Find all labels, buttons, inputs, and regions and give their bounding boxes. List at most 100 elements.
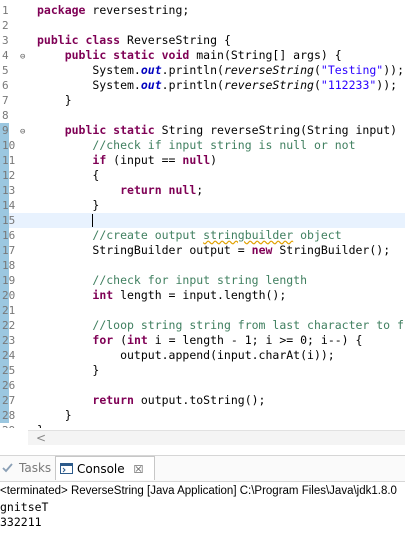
line-number: 12: [2, 169, 16, 182]
code-token: object: [293, 228, 342, 242]
line-number-gutter: 12: [0, 168, 28, 183]
line-number: 27: [2, 394, 16, 407]
code-line[interactable]: 18: [0, 258, 405, 273]
line-number-gutter: 25: [0, 363, 28, 378]
line-number-gutter: 17: [0, 243, 28, 258]
line-number-gutter: 28: [0, 408, 28, 423]
code-token: (input ==: [106, 153, 183, 167]
code-token: return null: [120, 183, 197, 197]
line-number-gutter: 23: [0, 333, 28, 348]
code-line[interactable]: 4 ⊖ public static void main(String[] args…: [0, 48, 405, 63]
tab-tasks-label: Tasks: [19, 461, 52, 475]
code-token: .println(: [161, 78, 224, 92]
line-number-gutter: 24: [0, 348, 28, 363]
line-number-gutter: 2: [0, 18, 28, 33]
line-number: 5: [2, 64, 9, 77]
line-number: 1: [2, 4, 9, 17]
code-editor[interactable]: 1 package reversestring; 2 3 public class Re…: [0, 0, 405, 428]
line-number-gutter: 11: [0, 153, 28, 168]
code-line[interactable]: 9 ⊖ public static String reverseString(St…: [0, 123, 405, 138]
code-line[interactable]: 5 System.out.println(reverseString("Test…: [0, 63, 405, 78]
code-token: int: [127, 333, 148, 347]
line-number-gutter: 14: [0, 198, 28, 213]
line-number-gutter: 16: [0, 228, 28, 243]
code-line[interactable]: 28 }: [0, 408, 405, 423]
code-line[interactable]: 14 }: [0, 198, 405, 213]
code-line[interactable]: 15: [0, 213, 405, 228]
code-text: StringBuilder output = new StringBuilder…: [37, 243, 390, 258]
code-text: //create output stringbuilder object: [37, 228, 342, 243]
code-line[interactable]: 19 //check for input string length: [0, 273, 405, 288]
code-line[interactable]: 1 package reversestring;: [0, 3, 405, 18]
code-text: public class ReverseString {: [37, 33, 231, 48]
line-number-gutter: 21: [0, 303, 28, 318]
code-line[interactable]: 17 StringBuilder output = new StringBuil…: [0, 243, 405, 258]
tasks-icon: [2, 457, 15, 473]
code-line[interactable]: 20 int length = input.length();: [0, 288, 405, 303]
code-token: output.toString();: [133, 393, 266, 407]
code-line[interactable]: 11 if (input == null): [0, 153, 405, 168]
line-number-gutter: 9 ⊖: [0, 123, 28, 138]
code-line[interactable]: 3 public class ReverseString {: [0, 33, 405, 48]
code-token: }: [37, 363, 100, 377]
code-text: }: [37, 423, 44, 428]
code-text: package reversestring;: [37, 3, 189, 18]
code-token: length = input.length();: [113, 288, 287, 302]
code-line[interactable]: 13 return null;: [0, 183, 405, 198]
code-text: [37, 213, 94, 228]
horizontal-scrollbar[interactable]: <: [28, 430, 405, 445]
line-number: 20: [2, 289, 16, 302]
code-text: return output.toString();: [37, 393, 266, 408]
code-line[interactable]: 25 }: [0, 363, 405, 378]
code-line[interactable]: 21: [0, 303, 405, 318]
line-number-gutter: 18: [0, 258, 28, 273]
code-token: package: [37, 3, 86, 17]
code-line[interactable]: 10 //check if input string is null or no…: [0, 138, 405, 153]
code-line[interactable]: 6 System.out.println(reverseString("1122…: [0, 78, 405, 93]
line-number: 4: [2, 49, 9, 62]
close-icon[interactable]: ☒: [133, 463, 143, 476]
code-line[interactable]: 12 {: [0, 168, 405, 183]
line-number: 25: [2, 364, 16, 377]
code-line[interactable]: 24 output.append(input.charAt(i));: [0, 348, 405, 363]
code-text: System.out.println(reverseString("112233…: [37, 78, 397, 93]
code-line[interactable]: 29}: [0, 423, 405, 428]
line-number-gutter: 4 ⊖: [0, 48, 28, 63]
code-token: reversestring;: [85, 3, 190, 17]
code-line[interactable]: 16 //create output stringbuilder object: [0, 228, 405, 243]
line-number: 29: [2, 423, 15, 428]
line-number-gutter: 3: [0, 33, 28, 48]
code-line[interactable]: 22 //loop string string from last charac…: [0, 318, 405, 333]
tab-tasks[interactable]: Tasks: [2, 456, 51, 480]
line-number: 17: [2, 244, 16, 257]
code-line[interactable]: 7 }: [0, 93, 405, 108]
line-number: 14: [2, 199, 16, 212]
bottom-tab-bar: Tasks Console ☒: [0, 455, 405, 481]
console-output-line-2: 332211: [0, 515, 42, 529]
line-number-gutter: 13: [0, 183, 28, 198]
code-token: i = length - 1; i >= 0; i--) {: [147, 333, 363, 347]
line-number: 13: [2, 184, 16, 197]
scroll-left-arrow-icon[interactable]: <: [36, 431, 46, 445]
code-line[interactable]: 2: [0, 18, 405, 33]
line-number-gutter: 27: [0, 393, 28, 408]
line-number-gutter: 1: [0, 3, 28, 18]
code-token: }: [37, 93, 72, 107]
code-line[interactable]: 26: [0, 378, 405, 393]
line-number: 26: [2, 379, 16, 392]
code-token: null: [182, 153, 211, 167]
line-number: 16: [2, 229, 16, 242]
code-line[interactable]: 23 for (int i = length - 1; i >= 0; i--)…: [0, 333, 405, 348]
code-token: main(String[] args) {: [189, 48, 342, 62]
code-token: StringBuilder output =: [37, 243, 252, 257]
code-line[interactable]: 27 return output.toString();: [0, 393, 405, 408]
code-line[interactable]: 8: [0, 108, 405, 123]
tab-console[interactable]: Console ☒: [55, 456, 155, 480]
line-number: 10: [2, 139, 16, 152]
line-number: 7: [2, 94, 9, 107]
